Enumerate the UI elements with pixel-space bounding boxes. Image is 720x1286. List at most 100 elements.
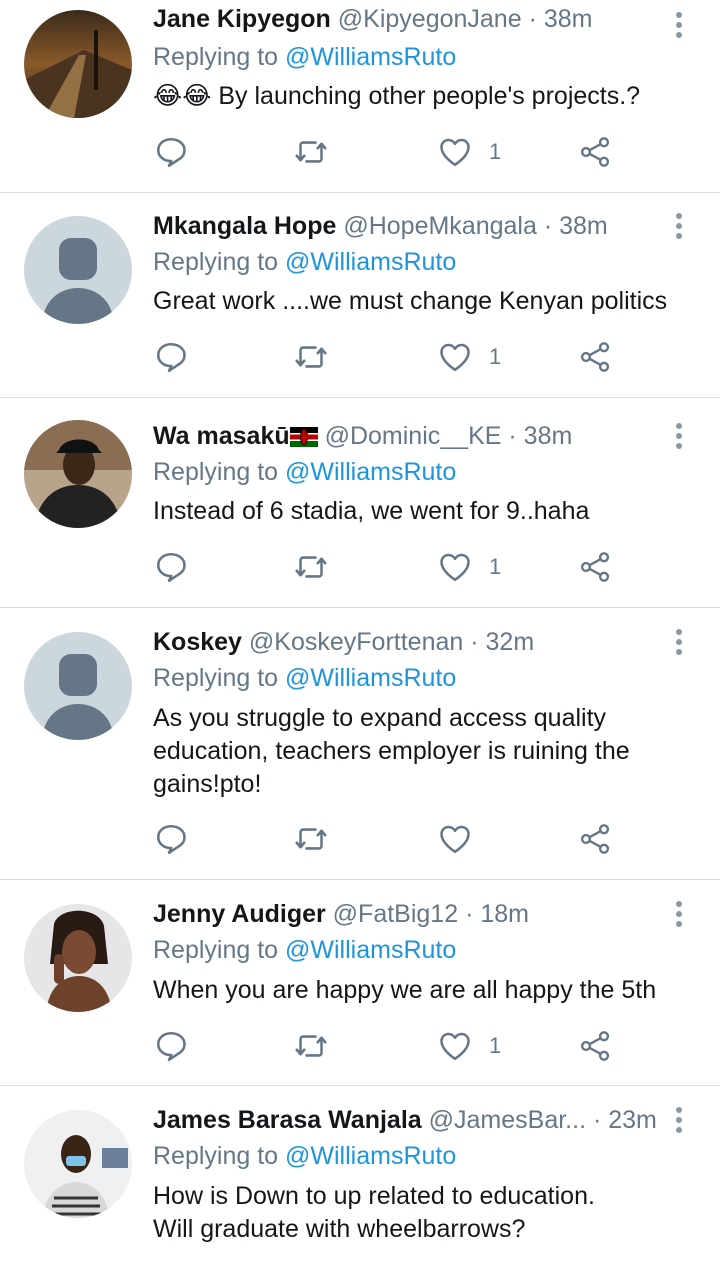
separator: · [508, 422, 517, 450]
reply-button[interactable] [153, 132, 189, 172]
separator: · [528, 5, 537, 33]
avatar[interactable] [24, 904, 132, 1012]
separator: · [470, 628, 479, 656]
timestamp[interactable]: 38m [544, 5, 593, 33]
tweet-header: Mkangala Hope @HopeMkangala · 38m [153, 211, 660, 241]
mention-link[interactable]: @WilliamsRuto [285, 936, 456, 964]
timestamp[interactable]: 18m [480, 900, 529, 928]
replying-to: Replying to @WilliamsRuto [153, 247, 456, 277]
user-handle[interactable]: @KipyegonJane [338, 5, 522, 33]
share-button[interactable] [577, 1026, 613, 1066]
separator: · [543, 212, 553, 240]
user-handle[interactable]: @FatBig12 [333, 900, 458, 928]
tweet-header: Jane Kipyegon @KipyegonJane · 38m [153, 4, 660, 34]
more-options-icon[interactable] [676, 629, 684, 659]
heart-icon [440, 343, 470, 372]
tweet[interactable]: Koskey @KoskeyForttenan · 32m Replying t… [0, 608, 720, 880]
like-button[interactable]: 1 [437, 547, 501, 587]
mention-link[interactable]: @WilliamsRuto [285, 1142, 456, 1170]
like-button[interactable]: 1 [437, 1026, 501, 1066]
reply-icon [156, 137, 186, 168]
retweet-button[interactable] [293, 1026, 329, 1066]
more-options-icon[interactable] [676, 423, 684, 453]
reply-button[interactable] [153, 819, 189, 859]
mention-link[interactable]: @WilliamsRuto [285, 458, 456, 486]
more-options-icon[interactable] [676, 901, 684, 931]
heart-icon [440, 138, 470, 167]
timestamp[interactable]: 38m [559, 212, 608, 240]
like-button[interactable] [437, 819, 489, 859]
like-button[interactable]: 1 [437, 337, 501, 377]
tweet[interactable]: Wa masakū @Dominic__KE · 38m Replying to… [0, 398, 720, 608]
reply-button[interactable] [153, 337, 189, 377]
display-name[interactable]: Mkangala Hope [153, 212, 336, 240]
reply-icon [156, 1031, 186, 1062]
more-options-icon[interactable] [676, 213, 684, 243]
share-icon [580, 342, 610, 372]
share-button[interactable] [577, 819, 613, 859]
timestamp[interactable]: 32m [486, 628, 535, 656]
share-button[interactable] [577, 547, 613, 587]
tweet-text: Great work ....we must change Kenyan pol… [153, 287, 668, 315]
retweet-button[interactable] [293, 337, 329, 377]
retweet-button[interactable] [293, 819, 329, 859]
reply-icon [156, 824, 186, 855]
user-handle[interactable]: @HopeMkangala [343, 212, 537, 240]
retweet-icon [295, 556, 327, 578]
like-count: 1 [489, 1033, 502, 1058]
avatar[interactable] [24, 10, 132, 118]
like-button[interactable]: 1 [437, 132, 501, 172]
tweet-text: As you struggle to expand access quality… [153, 704, 630, 798]
timestamp[interactable]: 38m [524, 422, 573, 450]
replying-to: Replying to @WilliamsRuto [153, 457, 456, 487]
share-button[interactable] [577, 337, 613, 377]
tweet[interactable]: Mkangala Hope @HopeMkangala · 38m Replyi… [0, 193, 720, 398]
avatar[interactable] [24, 1110, 132, 1218]
replying-to: Replying to @WilliamsRuto [153, 1141, 456, 1171]
tweet-text: Instead of 6 stadia, we went for 9..haha [153, 497, 590, 525]
default-avatar-icon [24, 216, 132, 324]
retweet-icon [295, 141, 327, 163]
separator: · [592, 1106, 602, 1134]
display-name[interactable]: James Barasa Wanjala [153, 1106, 422, 1134]
avatar[interactable] [24, 632, 132, 740]
tweet-header: Wa masakū @Dominic__KE · 38m [153, 421, 660, 454]
mention-link[interactable]: @WilliamsRuto [285, 664, 456, 692]
avatar[interactable] [24, 216, 132, 324]
tweet[interactable]: Jane Kipyegon @KipyegonJane · 38m Replyi… [0, 0, 720, 193]
reply-button[interactable] [153, 547, 189, 587]
display-name[interactable]: Jenny Audiger [153, 900, 326, 928]
more-options-icon[interactable] [676, 12, 684, 42]
timestamp[interactable]: 23m [608, 1106, 657, 1134]
tweet-actions: 1 [153, 547, 623, 587]
user-handle[interactable]: @KoskeyForttenan [249, 628, 463, 656]
display-name[interactable]: Jane Kipyegon [153, 5, 331, 33]
avatar[interactable] [24, 420, 132, 528]
reply-button[interactable] [153, 1026, 189, 1066]
avatar-photo [24, 904, 132, 1012]
share-button[interactable] [577, 132, 613, 172]
default-avatar-icon [24, 632, 132, 740]
display-name[interactable]: Wa masakū [153, 422, 290, 450]
separator: · [465, 900, 474, 928]
more-options-icon[interactable] [676, 1107, 684, 1137]
display-name[interactable]: Koskey [153, 628, 242, 656]
tweet[interactable]: Jenny Audiger @FatBig12 · 18m Replying t… [0, 880, 720, 1086]
user-handle[interactable]: @Dominic__KE [325, 422, 502, 450]
tweet-text: When you are happy we are all happy the … [153, 976, 657, 1004]
like-count: 1 [489, 139, 502, 164]
retweet-button[interactable] [293, 547, 329, 587]
share-icon [580, 824, 610, 854]
mention-link[interactable]: @WilliamsRuto [285, 248, 456, 276]
like-count: 1 [489, 344, 502, 369]
tweet-actions: 1 [153, 132, 623, 172]
retweet-icon [295, 346, 327, 368]
like-count: 1 [489, 554, 502, 579]
reply-icon [156, 552, 186, 583]
mention-link[interactable]: @WilliamsRuto [285, 43, 456, 71]
retweet-button[interactable] [293, 132, 329, 172]
user-handle[interactable]: @JamesBar... [429, 1106, 586, 1134]
replying-label: Replying to [153, 458, 279, 486]
retweet-icon [295, 828, 327, 850]
tweet[interactable]: James Barasa Wanjala @JamesBar... · 23m … [0, 1086, 720, 1286]
